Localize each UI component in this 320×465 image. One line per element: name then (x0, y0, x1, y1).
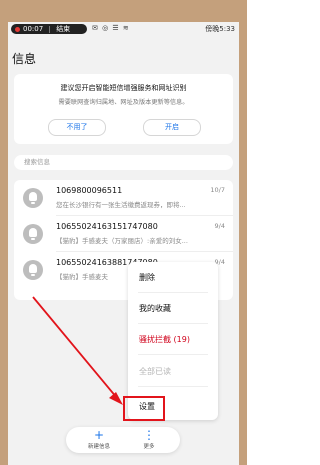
search-input[interactable]: 搜索信息 (14, 155, 233, 170)
message-sender: 10655024163151747080 (56, 222, 158, 231)
divider (138, 292, 208, 293)
menu-item-mark-all-read: 全部已读 (139, 367, 171, 376)
message-preview: 您在长沙银行有一张生活缴费返现券，即将... (56, 201, 186, 209)
page-title: 信息 (12, 52, 37, 66)
status-time: 傍晚5:33 (205, 25, 235, 33)
new-message-label: 新建信息 (87, 444, 110, 450)
menu-item-delete[interactable]: 删除 (139, 272, 155, 283)
promo-description: 需要联网查询归属地、网址及版本更新等信息。 (58, 99, 189, 106)
divider (138, 323, 208, 324)
settings-highlight-box (123, 396, 165, 421)
more-button[interactable]: ⋮ 更多 (126, 428, 172, 451)
status-icons: ✉ ◎ ☰ ≋ (92, 24, 130, 32)
screen-recording-pill[interactable]: 00:07 结束 (11, 24, 87, 34)
message-preview: 【猫豹】手感麦夫（万家丽店）:亲爱的刘女... (56, 237, 188, 245)
menu-item-spam-block[interactable]: 骚扰拦截 (19) (139, 334, 190, 345)
search-placeholder: 搜索信息 (24, 158, 50, 166)
new-message-button[interactable]: + 新建信息 (76, 428, 122, 451)
record-separator (49, 25, 51, 33)
menu-item-favorites[interactable]: 我的收藏 (139, 303, 171, 314)
more-label: 更多 (143, 444, 155, 450)
record-time: 00:07 (23, 25, 44, 33)
message-sender: 1069800096511 (56, 186, 123, 195)
record-end-button[interactable]: 结束 (56, 24, 70, 34)
divider (138, 386, 208, 387)
record-dot-icon (15, 26, 20, 32)
message-date: 9/4 (214, 222, 225, 230)
list-item[interactable]: 1069800096511 10/7 您在长沙银行有一张生活缴费返现券，即将..… (14, 180, 233, 216)
divider (138, 354, 208, 355)
bottom-action-bar: + 新建信息 ⋮ 更多 (66, 427, 180, 453)
smart-sms-promo-card: 建议您开启智能短信增强服务和网址识别 需要联网查询归属地、网址及版本更新等信息。… (14, 74, 233, 144)
contact-avatar-icon (23, 224, 43, 244)
message-date: 10/7 (210, 186, 225, 194)
more-vertical-icon: ⋮ (143, 428, 155, 442)
contact-avatar-icon (23, 260, 43, 280)
status-bar: 00:07 结束 ✉ ◎ ☰ ≋ 傍晚5:33 (8, 22, 239, 34)
contact-avatar-icon (23, 188, 43, 208)
list-item[interactable]: 10655024163151747080 9/4 【猫豹】手感麦夫（万家丽店）:… (14, 216, 233, 252)
promo-title: 建议您开启智能短信增强服务和网址识别 (60, 84, 187, 92)
enable-button[interactable]: 开启 (143, 119, 201, 136)
decline-button[interactable]: 不用了 (48, 119, 106, 136)
plus-icon: + (93, 428, 105, 442)
